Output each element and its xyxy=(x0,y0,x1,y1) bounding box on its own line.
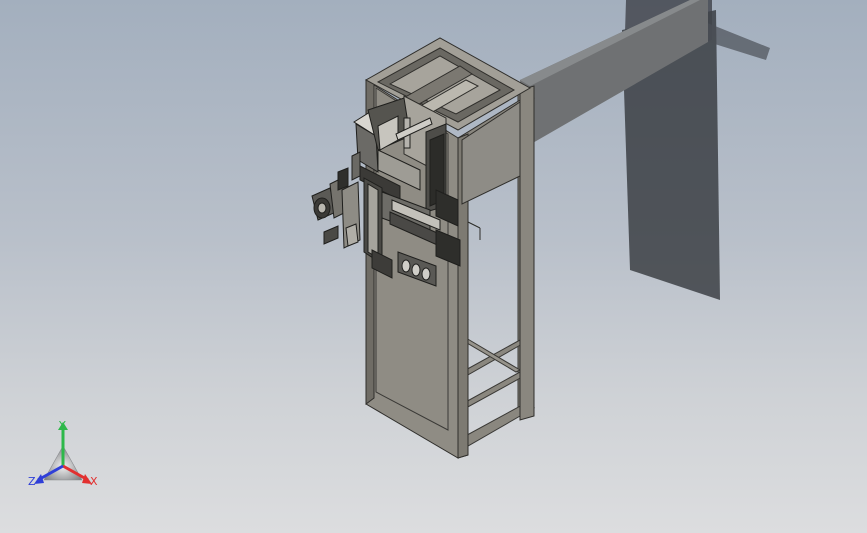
z-axis-label: Z xyxy=(28,475,36,488)
y-axis-label: Y xyxy=(59,419,66,432)
machine-model[interactable] xyxy=(0,0,867,533)
view-triad[interactable]: Y X Z xyxy=(22,418,112,498)
side-components xyxy=(311,151,361,249)
x-axis-label: X xyxy=(90,475,98,488)
graphics-viewport[interactable]: Y X Z xyxy=(0,0,867,533)
